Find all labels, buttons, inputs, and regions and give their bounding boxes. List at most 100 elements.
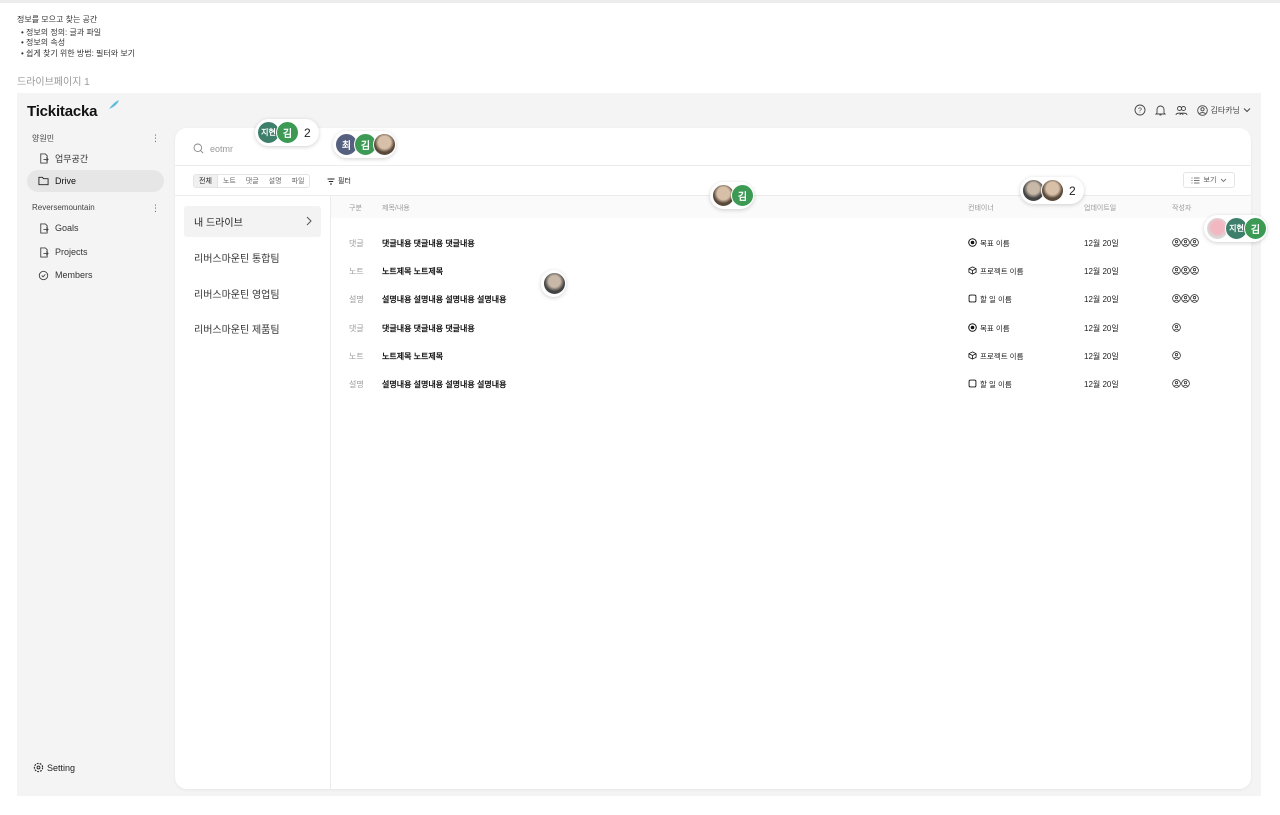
- row-container-label: 할 일 이름: [980, 295, 1012, 304]
- row-container-label: 목표 이름: [980, 239, 1010, 248]
- drive-item-label: 내 드라이브: [194, 218, 243, 229]
- search-input[interactable]: eotmr: [210, 144, 233, 154]
- drive-item-team-sales[interactable]: 리버스마운틴 영업팀: [184, 278, 321, 309]
- author-avatar-icon: [1190, 266, 1199, 277]
- sidebar-section-label: Reversemountain: [32, 203, 95, 212]
- author-avatar-icon: [1172, 238, 1181, 249]
- column-header-title[interactable]: 제목/내용: [382, 203, 410, 213]
- row-authors[interactable]: [1172, 323, 1181, 334]
- people-icon[interactable]: [1175, 105, 1188, 116]
- collaborator-cursor: 지현 김 2: [255, 119, 319, 146]
- tab-comment[interactable]: 댓글: [241, 175, 264, 187]
- collaborator-cursor: [541, 270, 566, 297]
- row-container-label: 할 일 이름: [980, 380, 1012, 389]
- drive-item-team-all[interactable]: 리버스마운틴 통합팀: [184, 242, 321, 273]
- row-title[interactable]: 댓글내용 댓글내용 댓글내용: [382, 238, 475, 249]
- sidebar-item-members[interactable]: Members: [27, 264, 164, 286]
- sidebar-item-projects[interactable]: Projects: [27, 241, 164, 263]
- file-share-icon: [40, 152, 49, 164]
- filter-label: 필터: [338, 178, 351, 185]
- row-authors[interactable]: [1172, 238, 1199, 249]
- tab-all[interactable]: 전체: [194, 175, 218, 187]
- avatar-photo: [543, 272, 566, 295]
- sidebar-item-label: Drive: [55, 176, 77, 186]
- author-avatar-icon: [1172, 266, 1181, 277]
- column-header-type[interactable]: 구분: [349, 203, 362, 213]
- table-row[interactable]: 노트 노트제목 노트제목 프로젝트 이름 12월 20일: [331, 261, 1251, 281]
- sidebar-item-goals[interactable]: Goals: [27, 217, 164, 239]
- notes-item: 정보의 정의: 글과 파일: [21, 28, 135, 39]
- notes-item: 정보의 속성: [21, 38, 135, 49]
- row-container[interactable]: 할 일 이름: [968, 379, 1012, 390]
- page-label: 드라이브페이지 1: [17, 77, 90, 88]
- column-header-container[interactable]: 컨테이너: [968, 203, 994, 213]
- folder-icon: [38, 176, 49, 186]
- row-title[interactable]: 댓글내용 댓글내용 댓글내용: [382, 323, 475, 334]
- row-container-label: 프로젝트 이름: [980, 267, 1024, 276]
- author-avatar-icon: [1172, 323, 1181, 334]
- row-authors[interactable]: [1172, 266, 1199, 277]
- author-avatar-icon: [1190, 294, 1199, 305]
- drive-item-label: 리버스마운틴 통합팀: [194, 254, 280, 265]
- drive-item-label: 리버스마운틴 영업팀: [194, 290, 280, 301]
- author-avatar-icon: [1181, 379, 1190, 390]
- more-icon[interactable]: ⋮: [151, 203, 160, 214]
- row-authors[interactable]: [1172, 351, 1181, 362]
- row-title[interactable]: 노트제목 노트제목: [382, 266, 443, 277]
- drive-item-label: 리버스마운틴 제품팀: [194, 325, 280, 336]
- filter-button[interactable]: 필터: [327, 176, 351, 186]
- user-avatar-icon: [1196, 104, 1208, 116]
- user-menu[interactable]: 김타카닝: [1196, 104, 1251, 116]
- row-authors[interactable]: [1172, 379, 1190, 390]
- column-header-date[interactable]: 업데이트일: [1084, 203, 1116, 213]
- row-title[interactable]: 노트제목 노트제목: [382, 351, 443, 362]
- author-avatar-icon: [1190, 238, 1199, 249]
- column-header-author[interactable]: 작성자: [1172, 203, 1191, 213]
- row-container[interactable]: 목표 이름: [968, 238, 1010, 249]
- row-date: 12월 20일: [1084, 295, 1119, 304]
- setting-button[interactable]: Setting: [33, 762, 75, 773]
- view-button[interactable]: 보기: [1183, 172, 1235, 188]
- sidebar-item-label: Projects: [55, 247, 88, 257]
- row-container[interactable]: 할 일 이름: [968, 294, 1012, 305]
- top-border: [0, 0, 1280, 3]
- row-container[interactable]: 프로젝트 이름: [968, 351, 1023, 362]
- table-row[interactable]: 설명 설명내용 설명내용 설명내용 설명내용 할 일 이름 12월 20일: [331, 289, 1251, 309]
- square-icon: [968, 294, 977, 305]
- help-icon[interactable]: ?: [1134, 104, 1146, 116]
- avatar-photo: [373, 133, 396, 156]
- drive-item-team-product[interactable]: 리버스마운틴 제품팀: [184, 313, 321, 344]
- sidebar-item-workspace[interactable]: 업무공간: [27, 147, 164, 169]
- row-type: 댓글: [349, 239, 364, 248]
- row-type: 설명: [349, 295, 364, 304]
- filter-icon: [327, 178, 335, 184]
- search-bar[interactable]: eotmr: [193, 143, 233, 154]
- row-title[interactable]: 설명내용 설명내용 설명내용 설명내용: [382, 294, 506, 305]
- app-logo[interactable]: Tickitacka: [27, 103, 97, 120]
- table-row[interactable]: 댓글 댓글내용 댓글내용 댓글내용 목표 이름 12월 20일: [331, 318, 1251, 338]
- collaborator-cursor: 2: [1020, 177, 1084, 204]
- row-type: 설명: [349, 380, 364, 389]
- row-authors[interactable]: [1172, 294, 1199, 305]
- logo-drop-icon: [109, 100, 119, 109]
- table-row[interactable]: 설명 설명내용 설명내용 설명내용 설명내용 할 일 이름 12월 20일: [331, 374, 1251, 394]
- row-container[interactable]: 프로젝트 이름: [968, 266, 1023, 277]
- cube-icon: [968, 266, 977, 277]
- tab-note[interactable]: 노트: [218, 175, 241, 187]
- table-row[interactable]: 댓글 댓글내용 댓글내용 댓글내용 목표 이름 12월 20일: [331, 233, 1251, 253]
- view-label: 보기: [1203, 177, 1217, 184]
- tab-file[interactable]: 파일: [287, 175, 310, 187]
- cube-icon: [968, 351, 977, 362]
- row-title[interactable]: 설명내용 설명내용 설명내용 설명내용: [382, 379, 506, 390]
- tab-description[interactable]: 설명: [264, 175, 287, 187]
- row-container[interactable]: 목표 이름: [968, 323, 1010, 334]
- more-icon[interactable]: ⋮: [151, 133, 160, 144]
- app-window: Tickitacka 양원민 ⋮ 업무공간 Drive Reversemount…: [17, 93, 1267, 796]
- table-row[interactable]: 노트 노트제목 노트제목 프로젝트 이름 12월 20일: [331, 346, 1251, 366]
- drive-item-my-drive[interactable]: 내 드라이브: [184, 206, 321, 237]
- author-avatar-icon: [1181, 238, 1190, 249]
- author-avatar-icon: [1172, 379, 1181, 390]
- sidebar-item-drive[interactable]: Drive: [27, 170, 164, 192]
- bell-icon[interactable]: [1154, 104, 1166, 116]
- row-container-label: 목표 이름: [980, 324, 1010, 333]
